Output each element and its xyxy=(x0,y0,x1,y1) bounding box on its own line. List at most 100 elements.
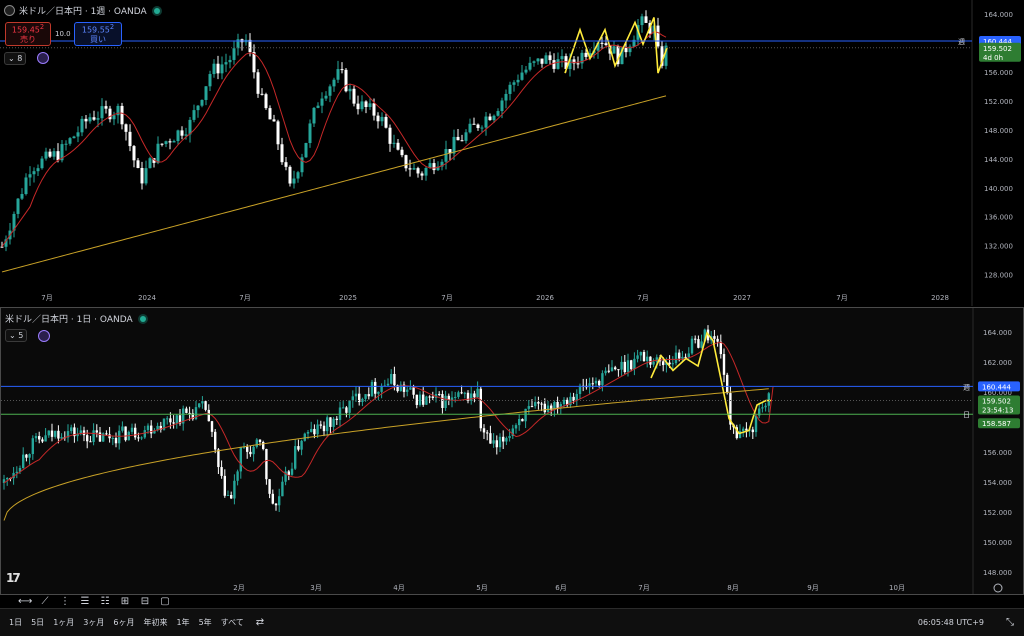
weekly-candle xyxy=(104,106,108,109)
pitchfork-icon[interactable]: ⊞ xyxy=(118,596,132,608)
weekly-candle xyxy=(224,62,228,65)
daily-chart[interactable]: 164.000162.000160.000158.000156.000154.0… xyxy=(1,308,1023,594)
daily-candle xyxy=(367,394,370,397)
daily-candle xyxy=(738,431,742,439)
timeframe-5y[interactable]: 5年 xyxy=(199,617,212,628)
daily-candle xyxy=(207,409,210,422)
buy-button[interactable]: 159.552 買い xyxy=(74,22,122,46)
tradingview-logo[interactable]: 17 xyxy=(6,571,21,585)
weekly-candle xyxy=(400,149,404,156)
weekly-candle xyxy=(196,105,200,111)
daily-candle xyxy=(41,439,44,442)
daily-candle xyxy=(281,481,284,497)
daily-candle xyxy=(390,373,393,384)
daily-candle xyxy=(594,380,598,384)
daily-candle xyxy=(310,428,313,432)
daily-candle xyxy=(322,425,326,432)
weekly-x-tick: 2025 xyxy=(339,294,357,302)
daily-day-tag: 日 xyxy=(963,411,970,419)
daily-candle xyxy=(508,435,511,439)
sell-button[interactable]: 159.452 売り xyxy=(5,22,51,46)
fib-extension-icon[interactable]: ☷ xyxy=(98,596,112,608)
expand-icon[interactable]: ⤡ xyxy=(1006,617,1014,628)
daily-candle xyxy=(681,356,684,359)
weekly-candle xyxy=(504,93,508,101)
daily-candle xyxy=(114,437,118,444)
layers-icon[interactable] xyxy=(37,52,49,64)
daily-candle xyxy=(518,419,521,426)
timeframe-3m[interactable]: 3ヶ月 xyxy=(83,617,104,628)
daily-candle xyxy=(348,400,351,413)
daily-candle xyxy=(223,475,226,496)
daily-candle xyxy=(578,385,582,394)
daily-candle xyxy=(639,352,642,356)
vertical-line-icon[interactable]: ⋮ xyxy=(58,596,72,608)
weekly-candle xyxy=(184,134,188,136)
fib-icon[interactable]: ☰ xyxy=(78,596,92,608)
weekly-candle xyxy=(516,79,520,83)
trend-line-icon[interactable]: ⟋ xyxy=(38,596,52,608)
timeframe-6m[interactable]: 6ヶ月 xyxy=(113,617,134,628)
weekly-candle xyxy=(600,42,604,44)
rectangle-icon[interactable]: ▢ xyxy=(158,596,172,608)
daily-candle xyxy=(297,446,300,450)
daily-chart-pane[interactable]: 164.000162.000160.000158.000156.000154.0… xyxy=(0,307,1024,595)
timeframe-ytd[interactable]: 年初来 xyxy=(143,617,167,628)
sell-label: 売り xyxy=(20,34,36,44)
weekly-candle xyxy=(232,48,236,60)
compare-range-icon[interactable]: ⇄ xyxy=(256,617,264,628)
daily-zigzag xyxy=(650,331,771,435)
daily-candle xyxy=(204,401,207,410)
daily-candle xyxy=(598,380,601,386)
timeframe-5d[interactable]: 5日 xyxy=(31,617,44,628)
timeframe-1d[interactable]: 1日 xyxy=(9,617,22,628)
daily-candle xyxy=(377,391,380,394)
daily-candle xyxy=(428,396,431,398)
weekly-chart[interactable]: 164.000160.000156.000152.000148.000144.0… xyxy=(0,0,1024,306)
horizontal-line-icon[interactable]: ⟷ xyxy=(18,596,32,608)
timeframe-1y[interactable]: 1年 xyxy=(176,617,189,628)
weekly-candle xyxy=(72,136,76,139)
weekly-candle xyxy=(120,105,124,125)
daily-y-tick: 162.000 xyxy=(983,359,1012,367)
clock[interactable]: 06:05:48 UTC+9 xyxy=(918,618,984,627)
daily-candle xyxy=(351,396,354,401)
daily-candle xyxy=(534,402,537,407)
weekly-candle xyxy=(584,52,588,57)
weekly-chart-pane[interactable]: 164.000160.000156.000152.000148.000144.0… xyxy=(0,0,1024,306)
daily-candle xyxy=(278,496,281,506)
weekly-candle xyxy=(500,100,504,112)
indicator-toggle[interactable]: ⌄ 5 xyxy=(5,329,28,342)
grid-icon[interactable]: ⊟ xyxy=(138,596,152,608)
daily-candle xyxy=(726,374,729,394)
daily-candle xyxy=(118,430,121,444)
weekly-candle xyxy=(472,123,476,125)
weekly-y-tick: 144.000 xyxy=(984,156,1013,164)
daily-x-tick: 9月 xyxy=(807,584,818,592)
daily-candle xyxy=(236,471,239,481)
daily-candle xyxy=(226,494,230,496)
daily-candle xyxy=(354,393,358,397)
daily-candle xyxy=(521,419,524,422)
daily-candle xyxy=(655,357,658,362)
daily-candle xyxy=(662,361,665,366)
daily-candle xyxy=(422,394,425,405)
buy-price: 159.55 xyxy=(81,25,110,35)
timeframe-all[interactable]: すべて xyxy=(221,617,244,628)
daily-candle xyxy=(319,424,322,426)
weekly-y-tick: 152.000 xyxy=(984,98,1013,106)
daily-candle xyxy=(31,438,34,455)
weekly-candle xyxy=(272,119,276,122)
weekly-candle xyxy=(256,72,260,94)
daily-candle xyxy=(742,428,745,432)
weekly-candle xyxy=(172,141,176,143)
daily-candle xyxy=(415,394,418,405)
indicator-toggle[interactable]: ⌄ 8 xyxy=(4,52,27,65)
weekly-candle xyxy=(248,39,252,53)
layers-icon[interactable] xyxy=(38,330,50,342)
daily-candle xyxy=(607,370,610,372)
daily-candle xyxy=(105,433,108,435)
daily-candle xyxy=(767,393,770,406)
timeframe-1m[interactable]: 1ヶ月 xyxy=(53,617,74,628)
daily-candle xyxy=(633,358,636,370)
